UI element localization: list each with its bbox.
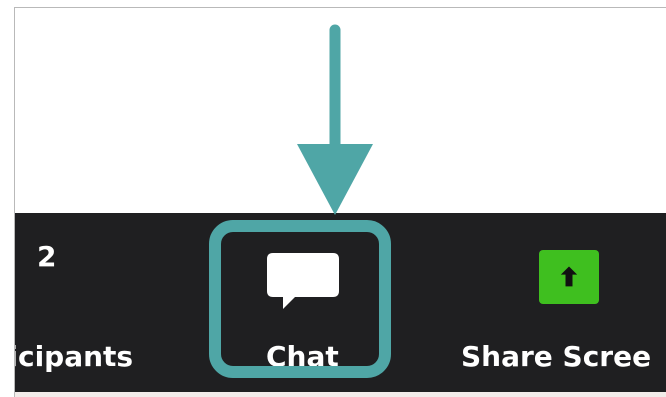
share-screen-label: Share Scree bbox=[461, 340, 652, 373]
screenshot-frame: 2 ticipants Chat Share Scree bbox=[14, 7, 666, 397]
chat-label: Chat bbox=[266, 340, 339, 373]
chat-bubble-icon bbox=[263, 248, 343, 318]
participants-count: 2 bbox=[37, 240, 57, 273]
participants-label: ticipants bbox=[15, 340, 134, 373]
chat-button[interactable]: Chat bbox=[209, 213, 391, 392]
participants-button[interactable]: 2 ticipants bbox=[15, 213, 185, 392]
share-screen-up-arrow-icon bbox=[539, 250, 599, 304]
meeting-toolbar: 2 ticipants Chat Share Scree bbox=[15, 213, 666, 397]
share-screen-button[interactable]: Share Scree bbox=[461, 213, 666, 392]
bottom-strip bbox=[15, 392, 666, 397]
